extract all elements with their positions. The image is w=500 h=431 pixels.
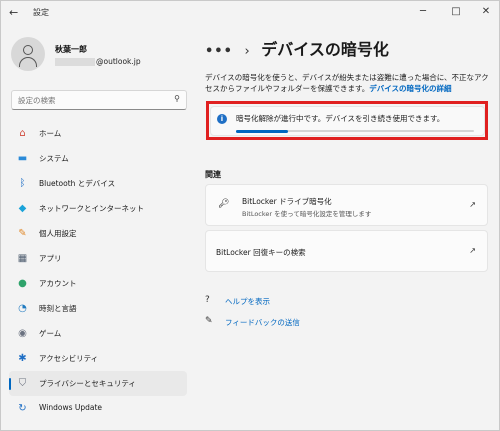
sidebar-item-label: アプリ (39, 254, 62, 263)
nav-icon: ↻ (18, 403, 27, 414)
key-icon: 🔑︎ (218, 199, 230, 209)
sidebar-item[interactable]: ↻ Windows Update (9, 396, 187, 421)
sidebar-item[interactable]: ◔ 時刻と言語 (9, 296, 187, 321)
minimize-button[interactable]: ─ (411, 3, 435, 21)
sidebar-item-label: アカウント (39, 279, 77, 288)
nav-icon: ▬ (17, 153, 28, 164)
sidebar-item[interactable]: ✎ 個人用設定 (9, 221, 187, 246)
sidebar-item-label: ネットワークとインターネット (39, 204, 144, 213)
sidebar-item-label: プライバシーとセキュリティ (39, 379, 136, 388)
nav-icon: ᛒ (19, 178, 26, 189)
search-icon[interactable]: ⚲ (174, 94, 180, 103)
sidebar-item[interactable]: ◆ ネットワークとインターネット (9, 196, 187, 221)
sidebar-item-label: Windows Update (39, 403, 103, 412)
nav-icon: ✱ (18, 353, 27, 364)
learn-more-link[interactable]: デバイスの暗号化の詳細 (369, 84, 451, 93)
nav-icon: ◔ (18, 303, 27, 314)
sidebar-item-label: ゲーム (39, 329, 62, 338)
sidebar-item-label: ホーム (39, 129, 62, 138)
sidebar-item[interactable]: ◉ ゲーム (9, 321, 187, 346)
settings-window: ← 設定 ─ □ ✕ 秋葉一郎 @outlook.jp ⚲ ⌂ ホーム ▬ システム ᛒ… (0, 0, 500, 431)
close-button[interactable]: ✕ (474, 3, 498, 21)
sidebar-item[interactable]: ᛒ Bluetooth とデバイス (9, 171, 187, 196)
user-name: 秋葉一郎 (55, 45, 87, 54)
nav-icon: ⌂ (19, 128, 26, 139)
card-title: BitLocker ドライブ暗号化 (242, 197, 332, 206)
user-profile[interactable]: 秋葉一郎 @outlook.jp (11, 37, 201, 77)
card-subtitle: BitLocker を使って暗号化設定を管理します (242, 210, 372, 218)
red-highlight-box (206, 101, 488, 140)
maximize-button[interactable]: □ (444, 3, 468, 21)
feedback-icon: ✎ (205, 316, 213, 326)
breadcrumb-more-button[interactable]: ••• (205, 44, 233, 59)
chevron-right-icon: › (244, 44, 250, 59)
nav-icon: ✎ (18, 228, 27, 239)
breadcrumb: ••• › デバイスの暗号化 (205, 36, 389, 60)
open-external-icon: ↗ (469, 246, 476, 255)
title-bar: ← 設定 ─ □ ✕ (1, 1, 499, 25)
open-external-icon: ↗ (469, 200, 476, 209)
avatar (11, 37, 45, 71)
page-title: デバイスの暗号化 (261, 40, 389, 59)
page-description: デバイスの暗号化を使うと、デバイスが紛失または盗難に遭った場合に、不正なアクセス… (205, 73, 489, 93)
arrow-left-icon[interactable]: ← (9, 6, 23, 20)
nav-icon: ◉ (18, 328, 27, 339)
redacted-block (55, 58, 95, 66)
search-input[interactable] (18, 95, 168, 106)
sidebar-item-label: システム (39, 154, 69, 163)
sidebar-item-label: Bluetooth とデバイス (39, 179, 116, 188)
sidebar-item-label: 時刻と言語 (39, 304, 77, 313)
card-title: BitLocker 回復キーの検索 (216, 248, 306, 257)
sidebar-item[interactable]: ● アカウント (9, 271, 187, 296)
sidebar-item[interactable]: ▬ システム (9, 146, 187, 171)
user-email: @outlook.jp (55, 57, 141, 66)
sidebar-item[interactable]: ⌂ ホーム (9, 121, 187, 146)
bitlocker-drive-encryption-card[interactable]: 🔑︎ BitLocker ドライブ暗号化 BitLocker を使って暗号化設定… (205, 184, 488, 226)
sidebar-nav: ⌂ ホーム ▬ システム ᛒ Bluetooth とデバイス ◆ ネットワークとインターネット… (9, 121, 187, 421)
nav-icon: ◆ (18, 203, 27, 214)
window-title: 設定 (33, 8, 49, 17)
related-heading: 関連 (205, 170, 221, 179)
sidebar-item-label: 個人用設定 (39, 229, 77, 238)
nav-icon: ▦ (17, 253, 28, 264)
help-icon: ? (205, 295, 210, 305)
nav-icon: ⛉ (18, 378, 27, 389)
search-box[interactable]: ⚲ (11, 90, 187, 110)
bitlocker-recovery-key-card[interactable]: BitLocker 回復キーの検索 ↗ (205, 230, 488, 272)
sidebar-item[interactable]: ✱ アクセシビリティ (9, 346, 187, 371)
sidebar-item[interactable]: ⛉ プライバシーとセキュリティ (9, 371, 187, 396)
sidebar-item[interactable]: ▦ アプリ (9, 246, 187, 271)
person-icon (23, 45, 33, 55)
nav-icon: ● (18, 278, 27, 289)
sidebar-item-label: アクセシビリティ (39, 354, 99, 363)
